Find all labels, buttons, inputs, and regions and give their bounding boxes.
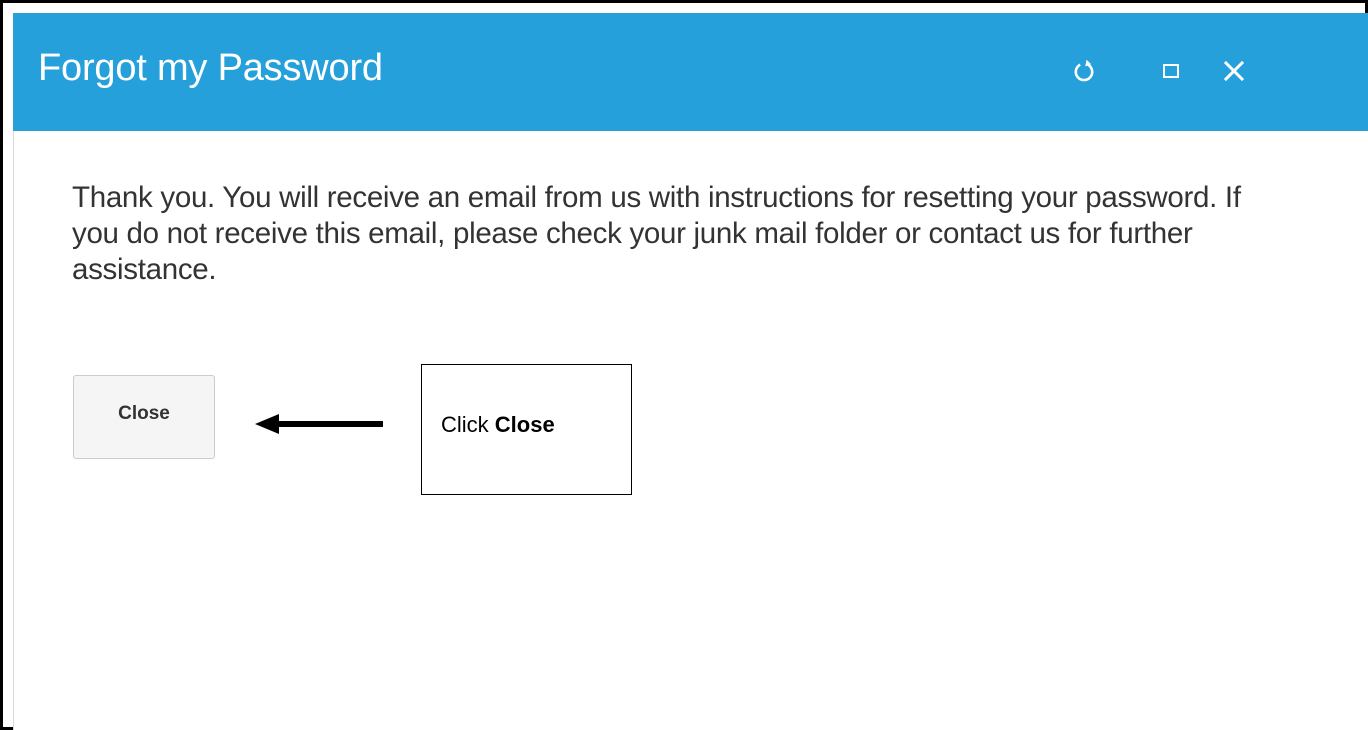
dialog-body: Thank you. You will receive an email fro… <box>13 131 1368 730</box>
confirmation-message: Thank you. You will receive an email fro… <box>72 181 1241 286</box>
close-window-button[interactable] <box>1216 53 1252 89</box>
screenshot-frame: Forgot my Password Thank you. You will r… <box>0 0 1368 730</box>
refresh-button[interactable] <box>1066 53 1102 89</box>
close-icon <box>1223 60 1245 82</box>
left-arrow-icon <box>255 414 383 434</box>
maximize-icon <box>1163 64 1179 78</box>
callout-bold-label: Close <box>494 412 555 437</box>
dialog-title-bar: Forgot my Password <box>13 13 1368 131</box>
dialog-title: Forgot my Password <box>38 47 383 89</box>
close-button[interactable]: Close <box>73 375 215 459</box>
instruction-callout: Click Close <box>421 364 632 495</box>
callout-text: Click Close <box>441 412 555 438</box>
callout-prefix: Click <box>441 412 489 437</box>
maximize-button[interactable] <box>1153 53 1189 89</box>
refresh-icon <box>1074 59 1094 82</box>
